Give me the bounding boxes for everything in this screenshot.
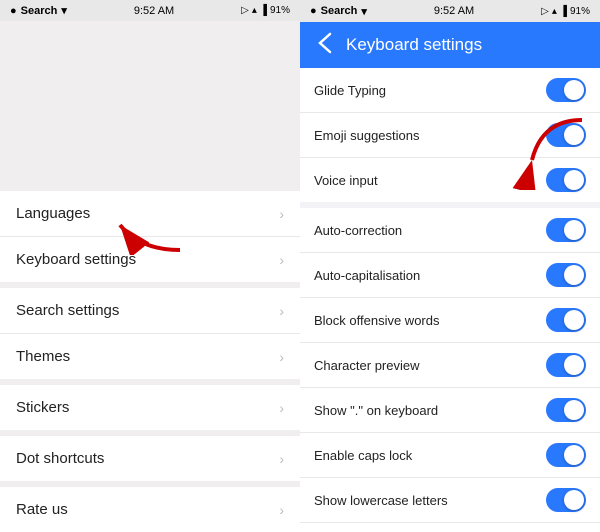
back-button[interactable] <box>312 30 338 61</box>
right-status-time: 9:52 AM <box>434 5 474 17</box>
search-icon-r: ● <box>310 5 317 17</box>
toggle-show-dot-keyboard[interactable] <box>546 398 586 422</box>
left-panel: ● Search ▾ 9:52 AM ▷ ▴ ▐ 91% <box>0 0 300 532</box>
chevron-icon: › <box>279 303 284 319</box>
setting-voice-input: Voice input <box>300 158 600 202</box>
setting-show-dot-keyboard: Show "." on keyboard <box>300 388 600 433</box>
menu-item-languages[interactable]: Languages › <box>0 191 300 237</box>
location-icon: ▷ <box>241 5 249 16</box>
menu-section-3: Stickers › <box>0 385 300 436</box>
menu-item-search-settings[interactable]: Search settings › <box>0 288 300 334</box>
toggle-voice-input[interactable] <box>546 168 586 192</box>
left-status-app: ● Search ▾ <box>10 4 67 17</box>
menu-item-rate-us[interactable]: Rate us › <box>0 487 300 532</box>
setting-character-preview: Character preview <box>300 343 600 388</box>
chevron-icon: › <box>279 451 284 467</box>
menu-item-stickers[interactable]: Stickers › <box>0 385 300 430</box>
toggle-auto-correction[interactable] <box>546 218 586 242</box>
menu-section-4: Dot shortcuts › <box>0 436 300 487</box>
menu-section-5: Rate us › Feedback › <box>0 487 300 532</box>
toggle-emoji-suggestions[interactable] <box>546 123 586 147</box>
chevron-icon: › <box>279 502 284 518</box>
right-status-app: ● Search ▾ <box>310 5 367 18</box>
left-status-time: 9:52 AM <box>134 5 174 17</box>
header-title: Keyboard settings <box>346 35 482 55</box>
wifi-icon: ▴ <box>252 5 257 16</box>
keyboard-settings-header: Keyboard settings <box>300 22 600 68</box>
setting-lowercase-letters: Show lowercase letters <box>300 478 600 523</box>
right-panel: ● Search ▾ 9:52 AM ▷ ▴ ▐ 91% Keyboard se… <box>300 0 600 532</box>
setting-caps-lock: Enable caps lock <box>300 433 600 478</box>
toggle-auto-capitalisation[interactable] <box>546 263 586 287</box>
toggle-lowercase-letters[interactable] <box>546 488 586 512</box>
menu-item-dot-shortcuts[interactable]: Dot shortcuts › <box>0 436 300 481</box>
toggle-block-offensive[interactable] <box>546 308 586 332</box>
status-bar-right: ● Search ▾ 9:52 AM ▷ ▴ ▐ 91% <box>300 0 600 22</box>
setting-block-offensive: Block offensive words <box>300 298 600 343</box>
settings-scroll[interactable]: Glide Typing Emoji suggestions Voice inp… <box>300 68 600 532</box>
menu-item-keyboard-settings[interactable]: Keyboard settings › <box>0 237 300 282</box>
location-icon-r: ▷ <box>541 6 549 17</box>
menu-item-themes[interactable]: Themes › <box>0 334 300 379</box>
setting-number-row: Show number row <box>300 523 600 532</box>
settings-group-2: Auto-correction Auto-capitalisation Bloc… <box>300 208 600 532</box>
setting-auto-capitalisation: Auto-capitalisation <box>300 253 600 298</box>
chevron-icon: › <box>279 400 284 416</box>
wifi-icon-r: ▴ <box>552 6 557 17</box>
battery-icon-r: ▐ <box>560 6 567 17</box>
chevron-icon: › <box>279 349 284 365</box>
settings-group-1: Glide Typing Emoji suggestions Voice inp… <box>300 68 600 202</box>
chevron-icon: › <box>279 206 284 222</box>
left-status-icons: ▷ ▴ ▐ 91% <box>241 5 290 16</box>
chevron-icon: › <box>279 252 284 268</box>
menu-section-1: Languages › Keyboard settings › <box>0 191 300 288</box>
right-status-icons: ▷ ▴ ▐ 91% <box>541 6 590 17</box>
menu-list: Languages › Keyboard settings › Search s… <box>0 191 300 532</box>
setting-emoji-suggestions: Emoji suggestions <box>300 113 600 158</box>
battery-icon: ▐ <box>260 5 267 16</box>
setting-glide-typing: Glide Typing <box>300 68 600 113</box>
setting-auto-correction: Auto-correction <box>300 208 600 253</box>
toggle-glide-typing[interactable] <box>546 78 586 102</box>
status-bar-left: ● Search ▾ 9:52 AM ▷ ▴ ▐ 91% <box>0 0 300 21</box>
toggle-character-preview[interactable] <box>546 353 586 377</box>
menu-section-2: Search settings › Themes › <box>0 288 300 385</box>
search-icon: ● <box>10 5 17 17</box>
toggle-caps-lock[interactable] <box>546 443 586 467</box>
